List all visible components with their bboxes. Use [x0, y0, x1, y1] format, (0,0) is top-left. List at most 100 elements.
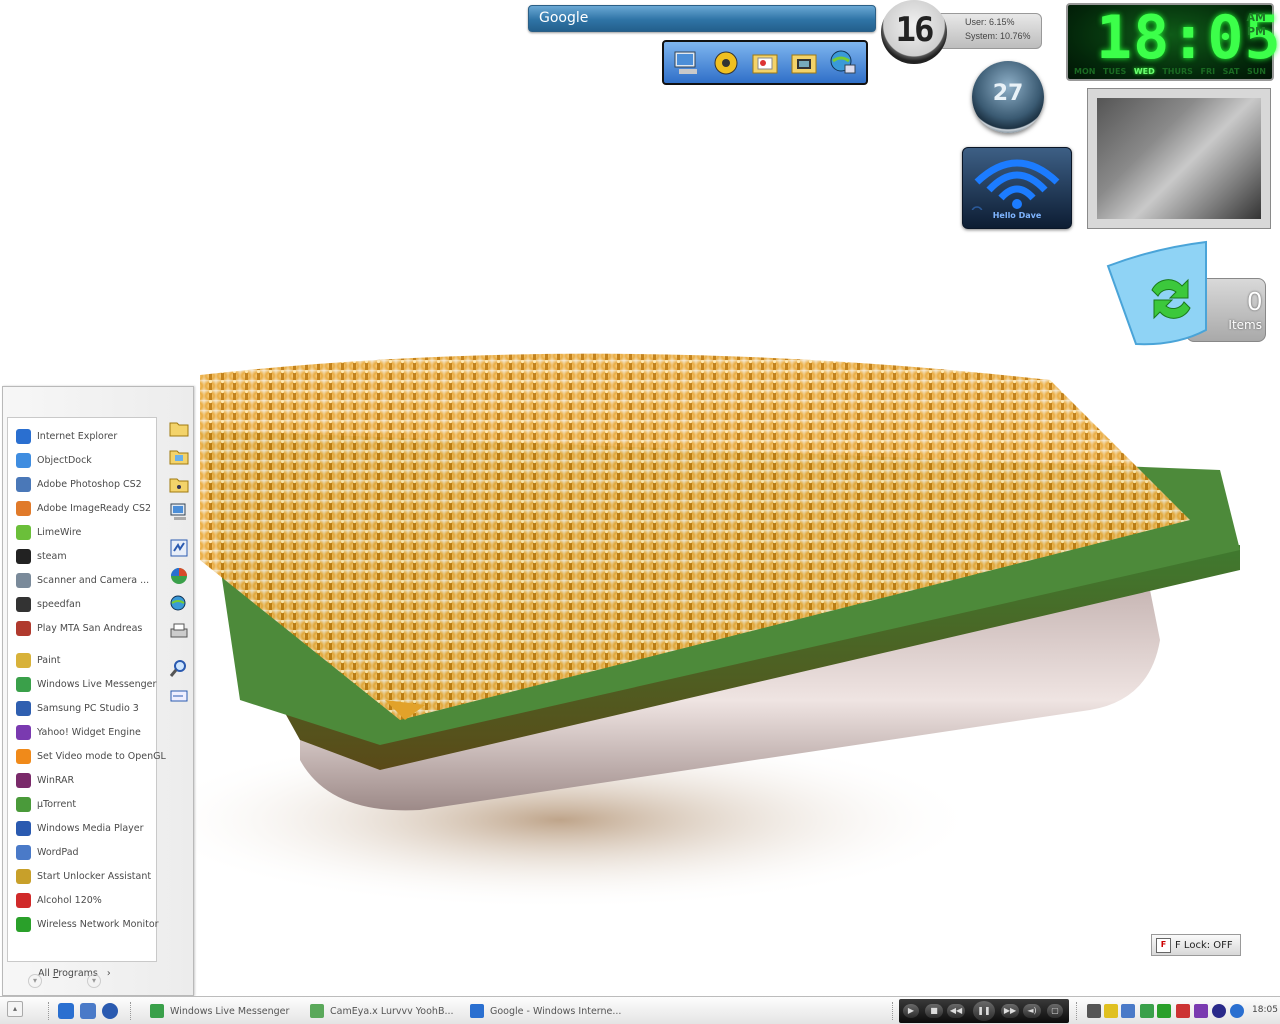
wmp-icon[interactable]	[102, 1003, 118, 1019]
program-item[interactable]: Alcohol 120%	[16, 890, 102, 910]
photo-frame-widget[interactable]	[1087, 88, 1271, 229]
clock-day-label: MON	[1074, 67, 1096, 76]
program-item[interactable]: Windows Media Player	[16, 818, 144, 838]
objectdock-icon	[16, 452, 31, 468]
taskbar-window-button[interactable]: Windows Live Messenger	[150, 1000, 289, 1022]
control-panel-icon[interactable]	[168, 537, 190, 559]
messenger-chat-icon	[310, 1004, 324, 1018]
taskbar-separator	[1076, 1002, 1079, 1020]
unlocker-icon	[16, 868, 31, 884]
program-item[interactable]: speedfan	[16, 594, 81, 614]
stop-icon[interactable]: ■	[925, 1004, 943, 1018]
next-icon[interactable]: ▶▶	[1001, 1004, 1019, 1018]
program-label: Samsung PC Studio 3	[37, 702, 139, 714]
music-folder-icon[interactable]	[168, 473, 190, 495]
program-item[interactable]: steam	[16, 546, 67, 566]
network-monitor-icon	[16, 916, 31, 932]
program-item[interactable]: LimeWire	[16, 522, 81, 542]
program-label: Play MTA San Andreas	[37, 622, 143, 634]
program-item[interactable]: Windows Live Messenger	[16, 674, 156, 694]
run-icon[interactable]	[168, 685, 190, 707]
printers-icon[interactable]	[168, 621, 190, 643]
program-item[interactable]: WinRAR	[16, 770, 74, 790]
clock-am-pm: AM PM	[1247, 11, 1266, 39]
antivirus-icon[interactable]	[1212, 1004, 1226, 1018]
taskbar-window-button[interactable]: Google - Windows Interne...	[470, 1000, 621, 1022]
paint-icon	[16, 652, 31, 668]
program-item[interactable]: Internet Explorer	[16, 426, 117, 446]
program-item[interactable]: µTorrent	[16, 794, 76, 814]
all-programs-arrow-icon: ›	[106, 968, 111, 979]
program-label: ObjectDock	[37, 454, 92, 466]
show-desktop-icon[interactable]	[80, 1003, 96, 1019]
program-item[interactable]: Start Unlocker Assistant	[16, 866, 151, 886]
program-item[interactable]: Set Video mode to OpenGL	[16, 746, 166, 766]
program-item[interactable]: Scanner and Camera ...	[16, 570, 149, 590]
ie-icon[interactable]	[58, 1003, 74, 1019]
play-icon[interactable]: ▶	[903, 1004, 919, 1018]
my-computer-icon[interactable]	[671, 47, 703, 79]
start-button[interactable]: ▴	[7, 1001, 23, 1017]
recycle-bin-count: 0	[1247, 286, 1262, 316]
my-computer-icon[interactable]	[168, 501, 190, 523]
messenger-status-icon[interactable]	[1140, 1004, 1154, 1018]
program-item[interactable]: Samsung PC Studio 3	[16, 698, 139, 718]
scroll-down-icon[interactable]: ▾	[87, 974, 101, 988]
google-search-widget[interactable]: Google	[528, 5, 876, 32]
scanner-icon	[16, 572, 31, 588]
volume-icon[interactable]: ◄)	[1023, 1004, 1041, 1018]
program-label: Alcohol 120%	[37, 894, 102, 906]
connect-to-icon[interactable]	[168, 593, 190, 615]
program-item[interactable]: WordPad	[16, 842, 79, 862]
cpu-value: 16	[895, 10, 935, 50]
program-item[interactable]: Paint	[16, 650, 61, 670]
taskbar-separator	[48, 1002, 51, 1020]
program-item[interactable]: Adobe ImageReady CS2	[16, 498, 151, 518]
photoshop-icon	[16, 476, 31, 492]
calendar-widget[interactable]: 27	[972, 61, 1044, 133]
pictures-folder-icon[interactable]	[168, 445, 190, 467]
wifi-signal-widget[interactable]: Hello Dave	[962, 147, 1072, 229]
f-lock-indicator[interactable]: F F Lock: OFF	[1151, 934, 1241, 956]
winrar-icon	[16, 772, 31, 788]
utorrent-icon	[16, 796, 31, 812]
clock-day-label: SUN	[1247, 67, 1266, 76]
program-label: Internet Explorer	[37, 430, 118, 442]
ie-icon	[16, 428, 31, 444]
taskbar-window-button[interactable]: CamEya.x Lurvvv YoohB...	[310, 1000, 454, 1022]
wifi-signal-icon	[971, 159, 1060, 218]
samsung-icon	[16, 700, 31, 716]
digital-clock-widget: 18:05 AM PM MON TUES WED THURS FRI SAT SUN	[1066, 3, 1280, 81]
program-item[interactable]: Play MTA San Andreas	[16, 618, 142, 638]
program-label: speedfan	[37, 598, 81, 610]
updates-icon[interactable]	[1230, 1004, 1244, 1018]
program-label: µTorrent	[37, 798, 77, 810]
yahoo-widget-icon[interactable]	[1194, 1004, 1208, 1018]
program-item[interactable]: ObjectDock	[16, 450, 92, 470]
security-shield-icon[interactable]	[1104, 1004, 1118, 1018]
network-connection-icon[interactable]	[1121, 1004, 1135, 1018]
scroll-down-icon[interactable]: ▾	[28, 974, 42, 988]
wireless-monitor-icon[interactable]	[1157, 1004, 1171, 1018]
documents-folder-icon[interactable]	[168, 417, 190, 439]
start-menu: All Programs › Internet Explorer ObjectDo…	[2, 386, 194, 996]
restore-player-icon[interactable]: ▢	[1047, 1004, 1063, 1018]
network-places-icon[interactable]	[827, 47, 859, 79]
messenger-icon	[16, 676, 31, 692]
steam-icon	[16, 548, 31, 564]
network-disconnected-icon[interactable]	[1176, 1004, 1190, 1018]
tray-app-icon[interactable]	[1087, 1004, 1101, 1018]
program-item[interactable]: Yahoo! Widget Engine	[16, 722, 141, 742]
pictures-folder-icon[interactable]	[749, 47, 781, 79]
previous-icon[interactable]: ◀◀	[947, 1004, 965, 1018]
recycle-bin-widget[interactable]: 0 Items	[1106, 238, 1266, 350]
program-item[interactable]: Wireless Network Monitor	[16, 914, 159, 934]
program-item[interactable]: Adobe Photoshop CS2	[16, 474, 142, 494]
f-lock-label: F Lock: OFF	[1175, 939, 1233, 951]
search-icon[interactable]	[168, 657, 190, 679]
pause-icon[interactable]: ❚❚	[973, 1001, 995, 1021]
program-access-icon[interactable]	[168, 565, 190, 587]
media-icon[interactable]	[710, 47, 742, 79]
media-player-toolbar: ▶ ■ ◀◀ ❚❚ ▶▶ ◄) ▢	[899, 999, 1069, 1023]
videos-folder-icon[interactable]	[788, 47, 820, 79]
